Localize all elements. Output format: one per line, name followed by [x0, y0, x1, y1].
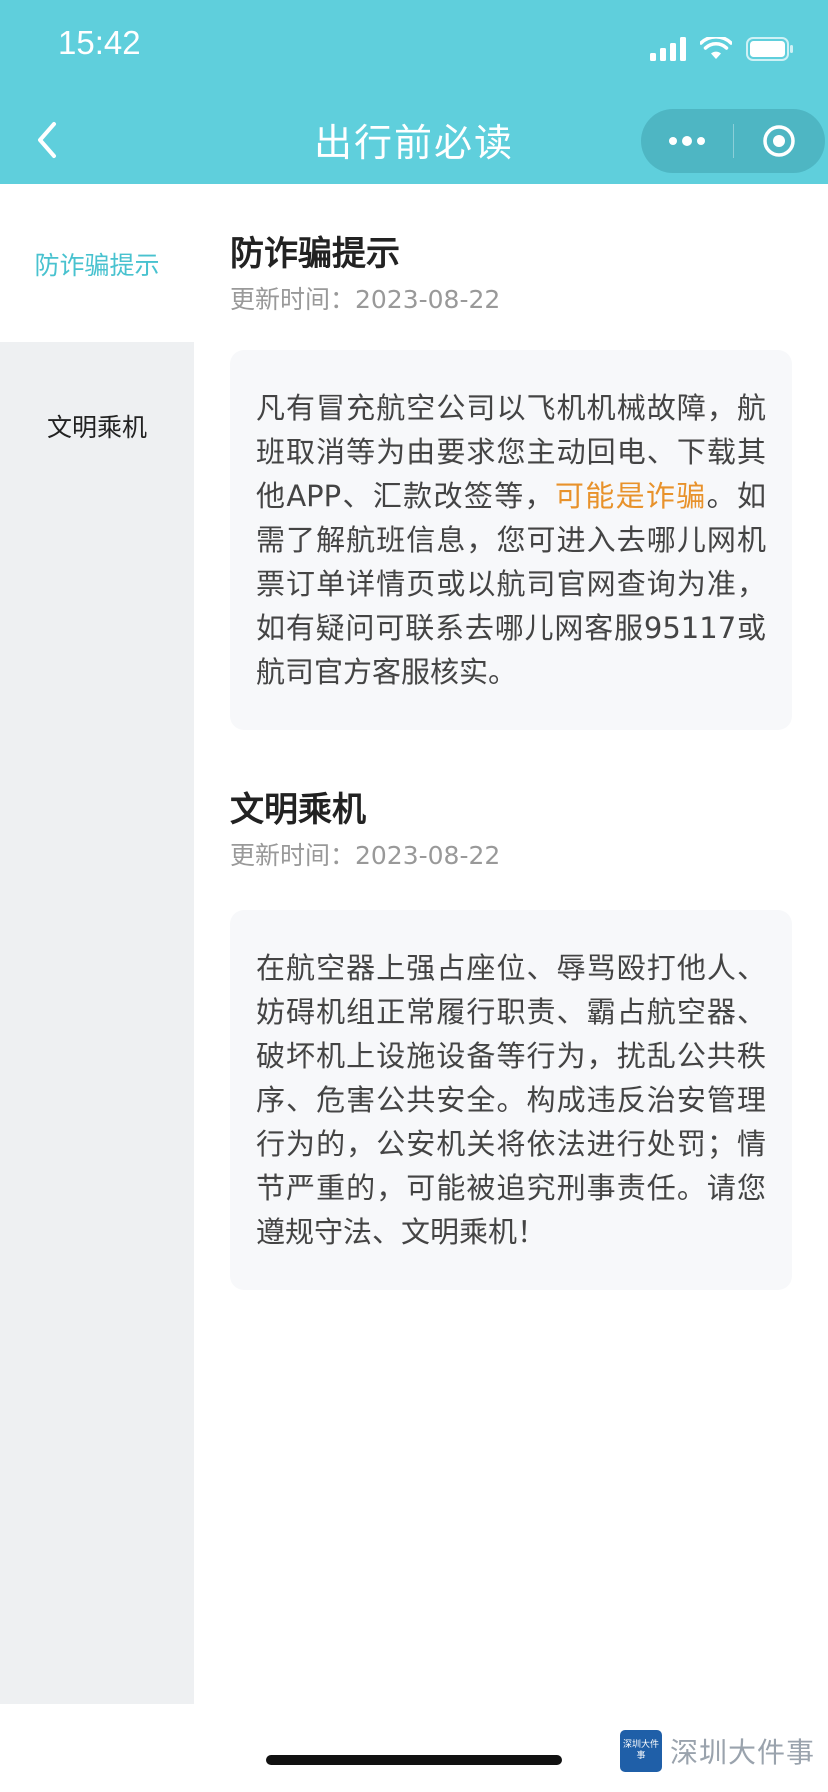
battery-icon [746, 37, 793, 61]
card-text: 在航空器上强占座位、辱骂殴打他人、妨碍机组正常履行职责、霸占航空器、破坏机上设施… [256, 951, 766, 1249]
more-button[interactable] [641, 109, 733, 173]
watermark-text: 深圳大件事 [670, 1736, 816, 1769]
anti-fraud-card: 凡有冒充航空公司以飞机机械故障，航班取消等为由要求您主动回电、下载其他APP、汇… [230, 350, 792, 730]
watermark: 深圳大件事 深圳大件事 [620, 1730, 815, 1772]
sidebar-item-anti-fraud[interactable]: 防诈骗提示 [0, 184, 194, 342]
close-button[interactable] [734, 109, 826, 173]
more-dots-icon [668, 136, 705, 146]
app-header: 15:42 出行前必读 [0, 0, 828, 184]
mini-program-capsule [641, 109, 825, 173]
target-icon [763, 125, 795, 157]
signal-icon [650, 37, 686, 61]
fraud-warning-highlight: 可能是诈骗 [554, 479, 707, 513]
watermark-logo: 深圳大件事 [620, 1730, 662, 1772]
status-icons [650, 34, 794, 64]
home-indicator [266, 1755, 562, 1765]
civilized-flight-card: 在航空器上强占座位、辱骂殴打他人、妨碍机组正常履行职责、霸占航空器、破坏机上设施… [230, 910, 792, 1290]
status-time: 15:42 [58, 24, 141, 61]
sidebar-item-label: 文明乘机 [46, 413, 147, 442]
section-title: 防诈骗提示 [230, 234, 400, 274]
category-sidebar: 防诈骗提示 文明乘机 [0, 184, 194, 1704]
sidebar-item-label: 防诈骗提示 [34, 251, 160, 280]
sidebar-item-civilized-flight[interactable]: 文明乘机 [0, 342, 194, 462]
section-updated-date: 更新时间：2023-08-22 [230, 841, 501, 870]
wifi-icon [700, 37, 732, 59]
section-title: 文明乘机 [230, 790, 366, 830]
section-updated-date: 更新时间：2023-08-22 [230, 285, 501, 314]
